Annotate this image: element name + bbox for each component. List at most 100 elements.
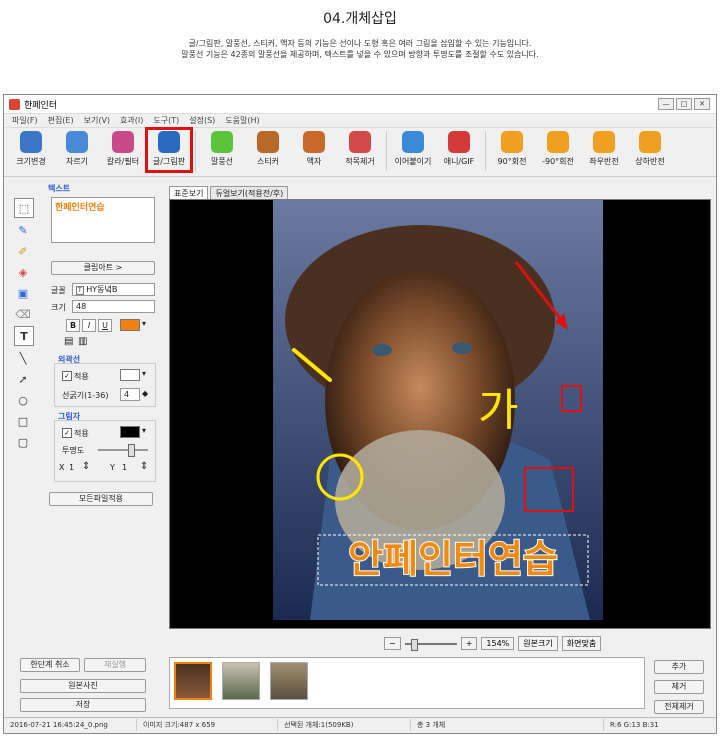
font-label: 글꼴	[51, 286, 66, 295]
zoom-slider[interactable]	[404, 638, 457, 651]
text-input[interactable]: 한페인터연습	[51, 197, 155, 243]
close-button[interactable]: ✕	[694, 98, 710, 110]
x-label: X	[59, 463, 65, 472]
shadow-apply-checkbox[interactable]: ✓	[62, 428, 72, 438]
rounded-rect-icon[interactable]: ▢	[14, 433, 32, 451]
menu-tools[interactable]: 도구(T)	[153, 115, 179, 126]
original-size-button[interactable]: 원본크기	[518, 636, 558, 651]
underline-button[interactable]: U	[98, 319, 112, 332]
photo-area: 가 안페인터연습	[273, 200, 603, 620]
spin-icon[interactable]: ⇕	[140, 461, 148, 472]
status-selected: 선택된 개체:1(509KB)	[278, 719, 411, 731]
crop-icon	[66, 131, 88, 153]
color-filter-label: 칼라/필터	[106, 157, 140, 166]
thickness-input[interactable]: 4	[120, 388, 140, 401]
rectangle-icon[interactable]: □	[14, 412, 32, 430]
menu-effects[interactable]: 효과(I)	[120, 115, 143, 126]
tab-dual-view[interactable]: 듀얼보기(적용전/후)	[210, 186, 289, 200]
redo-button[interactable]: 재실행	[84, 658, 146, 672]
font-value: HY동녘B	[86, 285, 118, 294]
merge-button[interactable]: 이어붙이기	[390, 128, 436, 172]
line-icon[interactable]: ╲	[14, 349, 32, 367]
speech-bubble-button[interactable]: 말풍선	[199, 128, 245, 172]
shadow-color-swatch[interactable]	[120, 426, 140, 438]
fill-icon[interactable]: ◈	[14, 263, 32, 281]
y-label: Y	[110, 463, 115, 472]
remove-button[interactable]: 제거	[654, 680, 704, 694]
font-select[interactable]: T HY동녘B	[72, 283, 155, 296]
minimize-button[interactable]: —	[658, 98, 674, 110]
align-center-icon[interactable]: ▥	[78, 336, 87, 347]
chevron-down-icon[interactable]: ▾	[142, 426, 146, 435]
fit-screen-button[interactable]: 화면맞춤	[561, 636, 602, 651]
clipart-button[interactable]: 클립아트 >	[51, 261, 155, 275]
spin-icon[interactable]: ◆	[142, 389, 148, 398]
gif-icon	[448, 131, 470, 153]
zoom-slider-handle[interactable]	[410, 638, 418, 651]
opacity-slider-handle[interactable]	[128, 444, 135, 457]
opacity-slider[interactable]	[98, 449, 148, 451]
frame-button[interactable]: 액자	[291, 128, 337, 172]
original-photo-button[interactable]: 원본사진	[20, 679, 146, 693]
apply-all-files-button[interactable]: 모든파일적용	[49, 492, 153, 506]
spray-icon[interactable]: ▣	[14, 284, 32, 302]
sticker-button[interactable]: 스티커	[245, 128, 291, 172]
drawn-handwritten-text[interactable]: 가	[478, 385, 518, 436]
red-eye-label: 적목제거	[345, 157, 375, 166]
text-tool-icon[interactable]: T	[14, 326, 34, 346]
save-button[interactable]: 저장	[20, 698, 146, 712]
thumbnail-item-1[interactable]	[174, 662, 212, 700]
gif-button[interactable]: 애니/GIF	[436, 128, 482, 172]
text-drawing-button[interactable]: 글/그림판	[145, 127, 193, 173]
select-rect-icon[interactable]: ⬚	[14, 198, 34, 218]
thumbnail-item-3[interactable]	[270, 662, 308, 700]
y-value[interactable]: 1	[122, 463, 127, 472]
resize-label: 크기변경	[16, 157, 46, 166]
spin-icon[interactable]: ⇕	[82, 461, 90, 472]
outline-apply-checkbox[interactable]: ✓	[62, 371, 72, 381]
size-select[interactable]: 48	[72, 300, 155, 313]
zoom-in-button[interactable]: +	[460, 637, 478, 650]
bold-button[interactable]: B	[66, 319, 80, 332]
x-value[interactable]: 1	[69, 463, 74, 472]
flip-vertical-button[interactable]: 상하반전	[627, 128, 673, 172]
resize-button[interactable]: 크기변경	[8, 128, 54, 172]
align-left-icon[interactable]: ▤	[64, 336, 73, 347]
zoom-out-button[interactable]: −	[384, 637, 401, 650]
overlay-text[interactable]: 안페인터연습	[347, 536, 559, 582]
circle-icon[interactable]: ○	[14, 391, 32, 409]
remove-all-button[interactable]: 전체제거	[654, 700, 704, 714]
rotate-minus-90-label: -90°회전	[542, 157, 574, 166]
chevron-down-icon[interactable]: ▾	[142, 369, 146, 378]
menu-help[interactable]: 도움말(H)	[225, 115, 259, 126]
chevron-down-icon[interactable]: ▾	[142, 319, 146, 328]
frame-label: 액자	[306, 157, 322, 166]
menu-settings[interactable]: 설정(S)	[189, 115, 215, 126]
menu-edit[interactable]: 편집(E)	[48, 115, 74, 126]
pen-icon[interactable]: ✎	[14, 221, 32, 239]
rotate-90-button[interactable]: 90°회전	[489, 128, 535, 172]
brush-icon[interactable]: ✐	[14, 242, 32, 260]
color-filter-button[interactable]: 칼라/필터	[100, 128, 146, 172]
image-canvas[interactable]: 가 안페인터연습	[169, 199, 711, 629]
flip-horizontal-button[interactable]: 좌우반전	[581, 128, 627, 172]
maximize-button[interactable]: □	[676, 98, 692, 110]
red-eye-button[interactable]: 적목제거	[337, 128, 383, 172]
menu-file[interactable]: 파일(F)	[12, 115, 38, 126]
thumbnail-item-2[interactable]	[222, 662, 260, 700]
undo-button[interactable]: 한단계 취소	[20, 658, 80, 672]
eraser-icon[interactable]: ⌫	[14, 305, 32, 323]
menu-view[interactable]: 보기(V)	[84, 115, 110, 126]
arrow-icon[interactable]: ➚	[14, 370, 32, 388]
speech-bubble-label: 말풍선	[210, 157, 234, 166]
rotate-minus-90-button[interactable]: -90°회전	[535, 128, 581, 172]
app-icon	[9, 98, 20, 110]
outline-color-swatch[interactable]	[120, 369, 140, 381]
crop-button[interactable]: 자르기	[54, 128, 100, 172]
italic-button[interactable]: I	[82, 319, 96, 332]
tab-standard-view[interactable]: 표준보기	[169, 186, 209, 200]
text-color-swatch[interactable]	[120, 319, 140, 331]
page-description: 글/그림판, 말풍선, 스티커, 액자 등의 기능은 선이나 도형 혹은 여러 …	[0, 38, 720, 60]
add-button[interactable]: 추가	[654, 660, 704, 674]
font-icon: T	[76, 286, 84, 295]
